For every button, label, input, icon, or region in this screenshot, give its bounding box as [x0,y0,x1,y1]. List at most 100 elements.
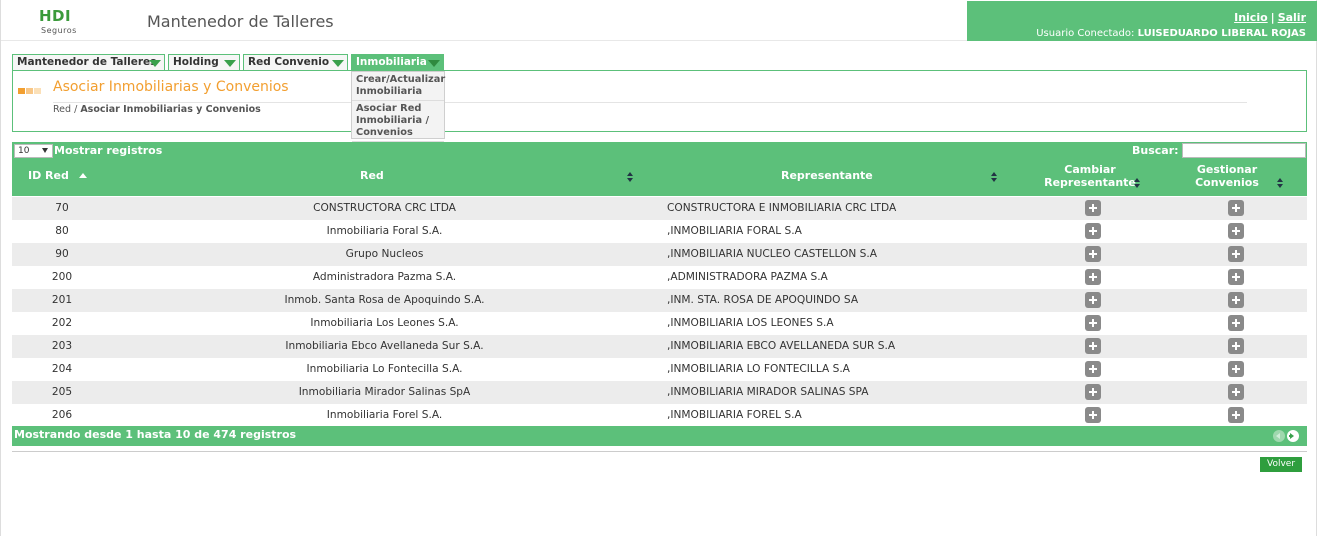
gestionar-plus-icon[interactable] [1228,223,1244,239]
table-row: 70 CONSTRUCTORA CRC LTDA CONSTRUCTORA E … [12,197,1307,220]
gestionar-plus-icon[interactable] [1228,315,1244,331]
cell-id: 205 [51,386,73,398]
records-info: Mostrando desde 1 hasta 10 de 474 regist… [14,428,297,441]
cambiar-plus-icon[interactable] [1085,200,1101,216]
gestionar-plus-icon[interactable] [1228,338,1244,354]
menu-red-convenio[interactable]: Red Convenio [243,54,348,71]
user-label: Usuario Conectado: [1036,28,1135,39]
cell-representante: ,INMOBILIARIA FORAL S.A [667,225,802,237]
cambiar-plus-icon[interactable] [1085,246,1101,262]
breadcrumb-separator: / [74,104,78,115]
cell-id: 70 [55,202,69,214]
column-header-representante[interactable]: Representante [781,169,873,182]
dropdown-item-asociar-red[interactable]: Asociar Red Inmobiliaria / Convenios [352,101,444,142]
cell-id: 206 [51,409,73,421]
gestionar-plus-icon[interactable] [1228,292,1244,308]
records-length-label: Mostrar registros [54,144,163,157]
table-row: 206 Inmobiliaria Forel S.A. ,INMOBILIARI… [12,404,1307,427]
column-header-cambiar[interactable]: Cambiar Representante [1030,163,1150,189]
column-label: ID Red [28,169,69,182]
table-row: 80 Inmobiliaria Foral S.A. ,INMOBILIARIA… [12,220,1307,243]
volver-button[interactable]: Volver [1260,457,1302,472]
cell-red: Inmobiliaria Mirador Salinas SpA [298,386,471,398]
cell-representante: CONSTRUCTORA E INMOBILIARIA CRC LTDA [667,202,897,214]
chevron-down-icon [224,60,236,67]
table-row: 204 Inmobiliaria Lo Fontecilla S.A. ,INM… [12,358,1307,381]
column-header-red[interactable]: Red [360,169,384,182]
column-header-gestionar[interactable]: Gestionar Convenios [1182,163,1272,189]
menu-holding[interactable]: Holding [168,54,240,71]
column-header-id[interactable]: ID Red [28,169,69,182]
cambiar-plus-icon[interactable] [1085,292,1101,308]
hdi-logo: HDI Seguros [39,9,83,36]
page-section: Asociar Inmobiliarias y Convenios Red / … [12,70,1307,132]
menu-mantenedor-talleres[interactable]: Mantenedor de Talleres [12,54,165,71]
column-label: Representante [781,169,873,182]
cell-id: 203 [51,340,73,352]
table-row: 90 Grupo Nucleos ,INMOBILIARIA NUCLEO CA… [12,243,1307,266]
gestionar-plus-icon[interactable] [1228,361,1244,377]
breadcrumb: Red / Asociar Inmobiliarias y Convenios [53,104,261,115]
menu-label: Mantenedor de Talleres [17,56,157,68]
gestionar-plus-icon[interactable] [1228,200,1244,216]
menu-inmobiliaria[interactable]: Inmobiliaria [351,54,444,71]
cell-red: Grupo Nucleos [345,248,424,260]
breadcrumb-current: Asociar Inmobiliarias y Convenios [80,104,261,115]
cell-red: Inmobiliaria Forel S.A. [326,409,443,421]
table-row: 201 Inmob. Santa Rosa de Apoquindo S.A. … [12,289,1307,312]
logo-subtitle: Seguros [41,26,77,35]
gestionar-plus-icon[interactable] [1228,246,1244,262]
cell-id: 80 [55,225,69,237]
section-squares-icon [18,84,42,97]
cell-id: 201 [51,294,73,306]
cell-id: 90 [55,248,69,260]
records-length-select[interactable]: 10 [14,144,53,158]
chevron-down-icon [332,60,344,67]
table-row: 203 Inmobiliaria Ebco Avellaneda Sur S.A… [12,335,1307,358]
cell-red: Inmobiliaria Foral S.A. [326,225,443,237]
user-name: LUISEDUARDO LIBERAL ROJAS [1137,28,1306,39]
gestionar-plus-icon[interactable] [1228,407,1244,423]
column-label: Red [360,169,384,182]
cell-representante: ,INMOBILIARIA MIRADOR SALINAS SPA [667,386,869,398]
menu-label: Inmobiliaria [356,56,427,68]
salir-link[interactable]: Salir [1278,11,1306,24]
table-row: 200 Administradora Pazma S.A. ,ADMINISTR… [12,266,1307,289]
app-title: Mantenedor de Talleres [147,12,334,31]
section-divider [53,102,1247,103]
menu-label: Red Convenio [248,56,330,68]
table-row: 202 Inmobiliaria Los Leones S.A. ,INMOBI… [12,312,1307,335]
breadcrumb-root[interactable]: Red [53,104,71,115]
cambiar-plus-icon[interactable] [1085,384,1101,400]
arrow-right-icon[interactable] [1287,430,1299,442]
arrow-left-icon[interactable] [1273,430,1285,442]
link-separator: | [1270,11,1275,24]
table-footer: Mostrando desde 1 hasta 10 de 474 regist… [12,426,1307,446]
cambiar-plus-icon[interactable] [1085,338,1101,354]
inicio-link[interactable]: Inicio [1234,11,1268,24]
cell-representante: ,INMOBILIARIA EBCO AVELLANEDA SUR S.A [667,340,896,352]
user-panel: Inicio | Salir Usuario Conectado: LUISEDUA… [967,1,1317,41]
menu-label: Holding [173,56,219,68]
cambiar-plus-icon[interactable] [1085,223,1101,239]
connected-user: Usuario Conectado: LUISEDUARDO LIBERAL R… [1036,28,1306,39]
cell-red: CONSTRUCTORA CRC LTDA [313,202,456,214]
gestionar-plus-icon[interactable] [1228,384,1244,400]
cambiar-plus-icon[interactable] [1085,269,1101,285]
cambiar-plus-icon[interactable] [1085,315,1101,331]
select-arrow-icon [42,148,48,153]
user-links: Inicio | Salir [1234,11,1306,24]
footer-divider [12,451,1307,452]
cell-representante: ,INMOBILIARIA LO FONTECILLA S.A [667,363,850,375]
records-length-value: 10 [18,146,30,156]
table-header: 10 Mostrar registros Buscar: ID Red Red … [12,142,1307,196]
search-input[interactable] [1182,143,1306,158]
sort-asc-icon [79,173,87,178]
dropdown-item-crear-inmobiliaria[interactable]: Crear/Actualizar Inmobiliaria [352,72,445,101]
cell-id: 204 [51,363,73,375]
cell-red: Inmobiliaria Ebco Avellaneda Sur S.A. [285,340,484,352]
cambiar-plus-icon[interactable] [1085,361,1101,377]
cambiar-plus-icon[interactable] [1085,407,1101,423]
gestionar-plus-icon[interactable] [1228,269,1244,285]
section-title: Asociar Inmobiliarias y Convenios [53,79,289,95]
